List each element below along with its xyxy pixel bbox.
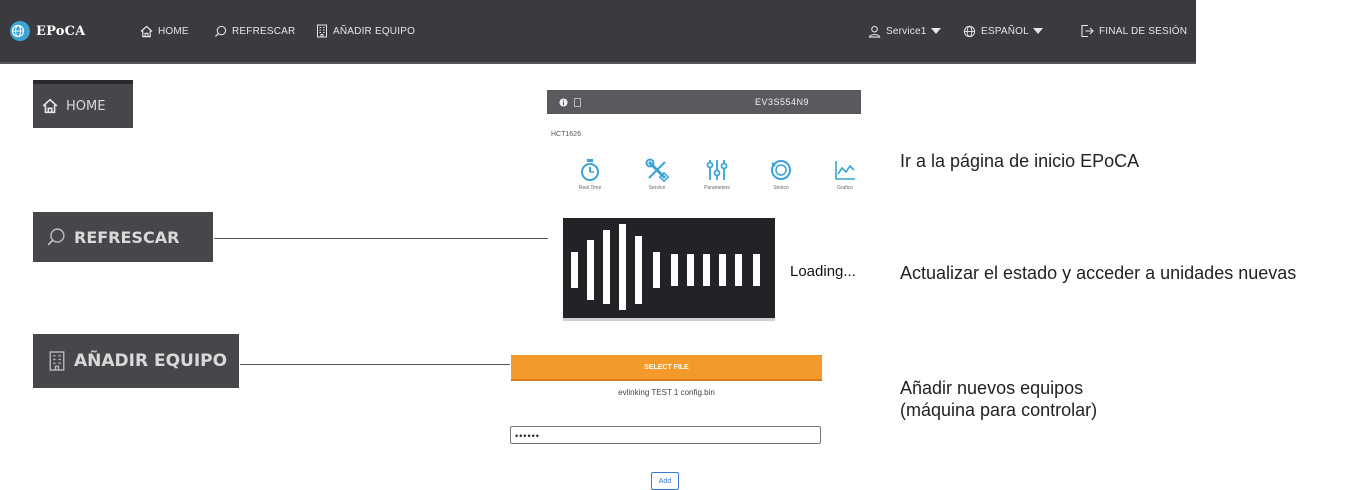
language-label: ESPAÑOL [981, 25, 1029, 37]
document-icon [574, 97, 581, 107]
zoomed-home-label: HOME [66, 98, 106, 114]
zoomed-refresh-label: REFRESCAR [74, 227, 180, 247]
selected-filename: evlinking TEST 1 config.bin [618, 388, 715, 397]
top-navbar: EPoCA HOME REFRESCAR AÑADIR EQUIPO Servi… [0, 0, 1196, 62]
tile-label: Service [648, 185, 666, 191]
select-file-button[interactable]: SELECT FILE [511, 355, 822, 381]
loading-text: Loading... [790, 263, 856, 280]
brand-name: EPoCA [36, 23, 86, 39]
tile-grafico[interactable]: Grafico [823, 158, 867, 191]
zoomed-add-equipment-label: AÑADIR EQUIPO [74, 351, 228, 371]
tile-real-time[interactable]: Real Time [568, 158, 612, 191]
tools-icon [645, 158, 669, 182]
globe-logo-icon [10, 21, 30, 41]
add-button[interactable]: Add [651, 472, 679, 490]
globe-icon [963, 25, 976, 37]
device-header: EV3S554N9 [547, 90, 861, 114]
loading-bar [619, 224, 626, 310]
zoomed-home-button: HOME [33, 80, 133, 128]
device-id: EV3S554N9 [755, 97, 810, 107]
search-icon [47, 228, 65, 246]
loading-bar [603, 230, 610, 304]
logout-icon [1081, 24, 1094, 38]
password-field[interactable]: •••••• [510, 426, 821, 444]
building-icon [317, 24, 327, 38]
chevron-down-icon [930, 28, 941, 34]
chart-icon [835, 161, 855, 180]
nav-refresh-link[interactable]: REFRESCAR [214, 0, 295, 62]
description-add-line1: Añadir nuevos equipos [900, 378, 1084, 398]
tile-label: Grafico [836, 185, 854, 191]
search-icon [214, 25, 227, 37]
nav-refresh-label: REFRESCAR [232, 25, 296, 37]
stopwatch-icon [581, 159, 599, 181]
tile-label: Real Time [578, 185, 602, 191]
brand[interactable]: EPoCA [10, 0, 85, 62]
loading-bar [571, 252, 578, 288]
sliders-icon [706, 160, 728, 180]
loading-animation [563, 218, 775, 321]
zoomed-add-equipment-button: AÑADIR EQUIPO [33, 334, 239, 388]
loading-bar [703, 254, 710, 286]
user-name: Service1 [886, 25, 927, 37]
device-model: HCT1626 [551, 131, 581, 138]
user-menu[interactable]: Service1 [868, 0, 941, 62]
description-add-equipment: Añadir nuevos equipos (máquina para cont… [900, 377, 1230, 421]
tile-service[interactable]: Service [635, 158, 679, 191]
home-icon [140, 25, 153, 37]
user-icon [868, 25, 881, 38]
description-add-line2: (máquina para controlar) [900, 400, 1098, 420]
nav-home-label: HOME [158, 25, 189, 37]
history-icon [771, 160, 791, 180]
tile-label: Parameters [704, 185, 730, 191]
loading-bar [687, 254, 694, 286]
connector-line [214, 238, 548, 239]
connector-line [240, 364, 510, 365]
loading-bar [719, 254, 726, 286]
loading-bar [587, 240, 594, 300]
logout-label: FINAL DE SESIÓN [1099, 25, 1188, 37]
description-home: Ir a la página de inicio EPoCA [900, 151, 1140, 171]
loading-bar [735, 254, 742, 286]
tile-parameters[interactable]: Parameters [695, 158, 739, 191]
nav-add-equipment-link[interactable]: AÑADIR EQUIPO [316, 0, 415, 62]
nav-add-equipment-label: AÑADIR EQUIPO [333, 25, 416, 37]
tile-label: Storico [773, 185, 789, 191]
loading-bar [671, 254, 678, 286]
loading-bar [753, 254, 760, 286]
chevron-down-icon [1032, 28, 1043, 34]
description-refresh: Actualizar el estado y acceder a unidade… [900, 263, 1297, 283]
tile-storico[interactable]: Storico [759, 158, 803, 191]
zoomed-refresh-button: REFRESCAR [33, 212, 213, 262]
logout-link[interactable]: FINAL DE SESIÓN [1080, 0, 1187, 62]
loading-bar [653, 252, 660, 288]
nav-home-link[interactable]: HOME [140, 0, 189, 62]
home-icon [42, 98, 58, 114]
building-icon [49, 351, 65, 371]
language-menu[interactable]: ESPAÑOL [963, 0, 1043, 62]
info-icon [559, 97, 568, 107]
loading-bar [635, 236, 642, 304]
